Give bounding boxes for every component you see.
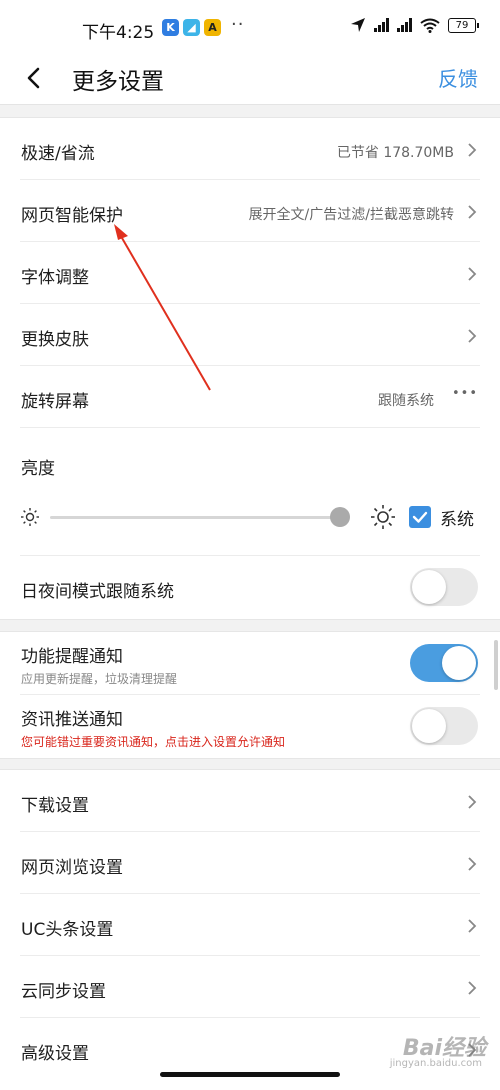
watermark-url: jingyan.baidu.com bbox=[389, 1058, 482, 1069]
browse-settings-label: 网页浏览设置 bbox=[21, 858, 123, 878]
wifi-icon bbox=[420, 18, 440, 33]
checkmark-icon bbox=[412, 511, 428, 523]
uc-headline-settings-row[interactable]: UC头条设置 bbox=[0, 894, 500, 956]
font-adjust-label: 字体调整 bbox=[21, 268, 89, 288]
rotate-screen-value: 跟随系统 bbox=[378, 393, 434, 409]
chevron-right-icon bbox=[468, 795, 477, 809]
settings-group-general: 极速/省流 已节省 178.70MB 网页智能保护 展开全文/广告过滤/拦截恶意… bbox=[0, 117, 500, 620]
browse-settings-row[interactable]: 网页浏览设置 bbox=[0, 832, 500, 894]
brightness-high-icon bbox=[371, 505, 395, 529]
rotate-screen-row[interactable]: 旋转屏幕 跟随系统 ••• bbox=[0, 366, 500, 428]
web-protection-label: 网页智能保护 bbox=[21, 206, 123, 226]
back-arrow-icon[interactable] bbox=[20, 60, 50, 96]
chevron-right-icon bbox=[468, 857, 477, 871]
k-app-icon: K bbox=[162, 19, 179, 36]
uc-headline-settings-label: UC头条设置 bbox=[21, 920, 114, 940]
more-options-icon[interactable]: ••• bbox=[452, 386, 478, 401]
news-notify-warning[interactable]: 您可能错过重要资讯通知，点击进入设置允许通知 bbox=[21, 733, 285, 750]
day-night-toggle[interactable] bbox=[410, 568, 478, 606]
news-notify-toggle[interactable] bbox=[410, 707, 478, 745]
nav-bar: 更多设置 反馈 bbox=[0, 54, 500, 105]
settings-group-notifications: 功能提醒通知 应用更新提醒，垃圾清理提醒 资讯推送通知 您可能错过重要资讯通知，… bbox=[0, 631, 500, 759]
download-settings-row[interactable]: 下载设置 bbox=[0, 770, 500, 832]
speed-saving-row[interactable]: 极速/省流 已节省 178.70MB bbox=[0, 118, 500, 180]
chevron-right-icon bbox=[468, 981, 477, 995]
scrollbar[interactable] bbox=[494, 640, 498, 690]
web-protection-value: 展开全文/广告过滤/拦截恶意跳转 bbox=[248, 207, 454, 223]
rotate-screen-label: 旋转屏幕 bbox=[21, 392, 89, 412]
cloud-sync-settings-row[interactable]: 云同步设置 bbox=[0, 956, 500, 1018]
day-night-label: 日夜间模式跟随系统 bbox=[21, 582, 174, 602]
font-adjust-row[interactable]: 字体调整 bbox=[0, 242, 500, 304]
chevron-right-icon bbox=[468, 329, 477, 343]
feedback-button[interactable]: 反馈 bbox=[438, 63, 478, 92]
speed-saving-label: 极速/省流 bbox=[21, 144, 95, 164]
feature-notify-toggle[interactable] bbox=[410, 644, 478, 682]
chevron-right-icon bbox=[468, 143, 477, 157]
brightness-slider-track[interactable] bbox=[50, 516, 340, 519]
change-skin-row[interactable]: 更换皮肤 bbox=[0, 304, 500, 366]
page-title: 更多设置 bbox=[72, 69, 164, 95]
more-notifications-icon: ·· bbox=[231, 14, 245, 35]
advanced-settings-label: 高级设置 bbox=[21, 1044, 89, 1064]
change-skin-label: 更换皮肤 bbox=[21, 330, 89, 350]
speed-saving-value: 已节省 178.70MB bbox=[336, 145, 454, 161]
news-notify-row[interactable]: 资讯推送通知 您可能错过重要资讯通知，点击进入设置允许通知 bbox=[0, 695, 500, 758]
chevron-right-icon bbox=[468, 267, 477, 281]
day-night-row[interactable]: 日夜间模式跟随系统 bbox=[0, 556, 500, 618]
a-app-icon: A bbox=[204, 19, 221, 36]
system-brightness-label: 系统 bbox=[440, 510, 474, 530]
download-settings-label: 下载设置 bbox=[21, 796, 89, 816]
brightness-low-icon bbox=[21, 508, 39, 526]
chevron-right-icon bbox=[468, 205, 477, 219]
brightness-row: 亮度 bbox=[0, 428, 500, 556]
feature-notify-sub: 应用更新提醒，垃圾清理提醒 bbox=[21, 672, 178, 686]
status-time: 下午4:25 bbox=[82, 23, 155, 43]
web-protection-row[interactable]: 网页智能保护 展开全文/广告过滤/拦截恶意跳转 bbox=[0, 180, 500, 242]
location-icon bbox=[351, 18, 365, 32]
system-brightness-checkbox[interactable] bbox=[409, 506, 431, 528]
battery-indicator: 79 bbox=[448, 17, 479, 33]
signal-icon-2 bbox=[397, 18, 412, 32]
feature-notify-label: 功能提醒通知 bbox=[21, 647, 123, 667]
brightness-label: 亮度 bbox=[21, 459, 55, 479]
chevron-right-icon bbox=[468, 919, 477, 933]
news-notify-label: 资讯推送通知 bbox=[21, 710, 123, 730]
feature-notify-row[interactable]: 功能提醒通知 应用更新提醒，垃圾清理提醒 bbox=[0, 632, 500, 695]
cloud-sync-settings-label: 云同步设置 bbox=[21, 982, 106, 1002]
signal-icon bbox=[374, 18, 389, 32]
status-bar: 下午4:25 K ◢ A ·· 79 bbox=[0, 0, 500, 54]
home-indicator[interactable] bbox=[160, 1072, 340, 1077]
paper-plane-icon: ◢ bbox=[183, 19, 200, 36]
brightness-slider-handle[interactable] bbox=[330, 507, 350, 527]
